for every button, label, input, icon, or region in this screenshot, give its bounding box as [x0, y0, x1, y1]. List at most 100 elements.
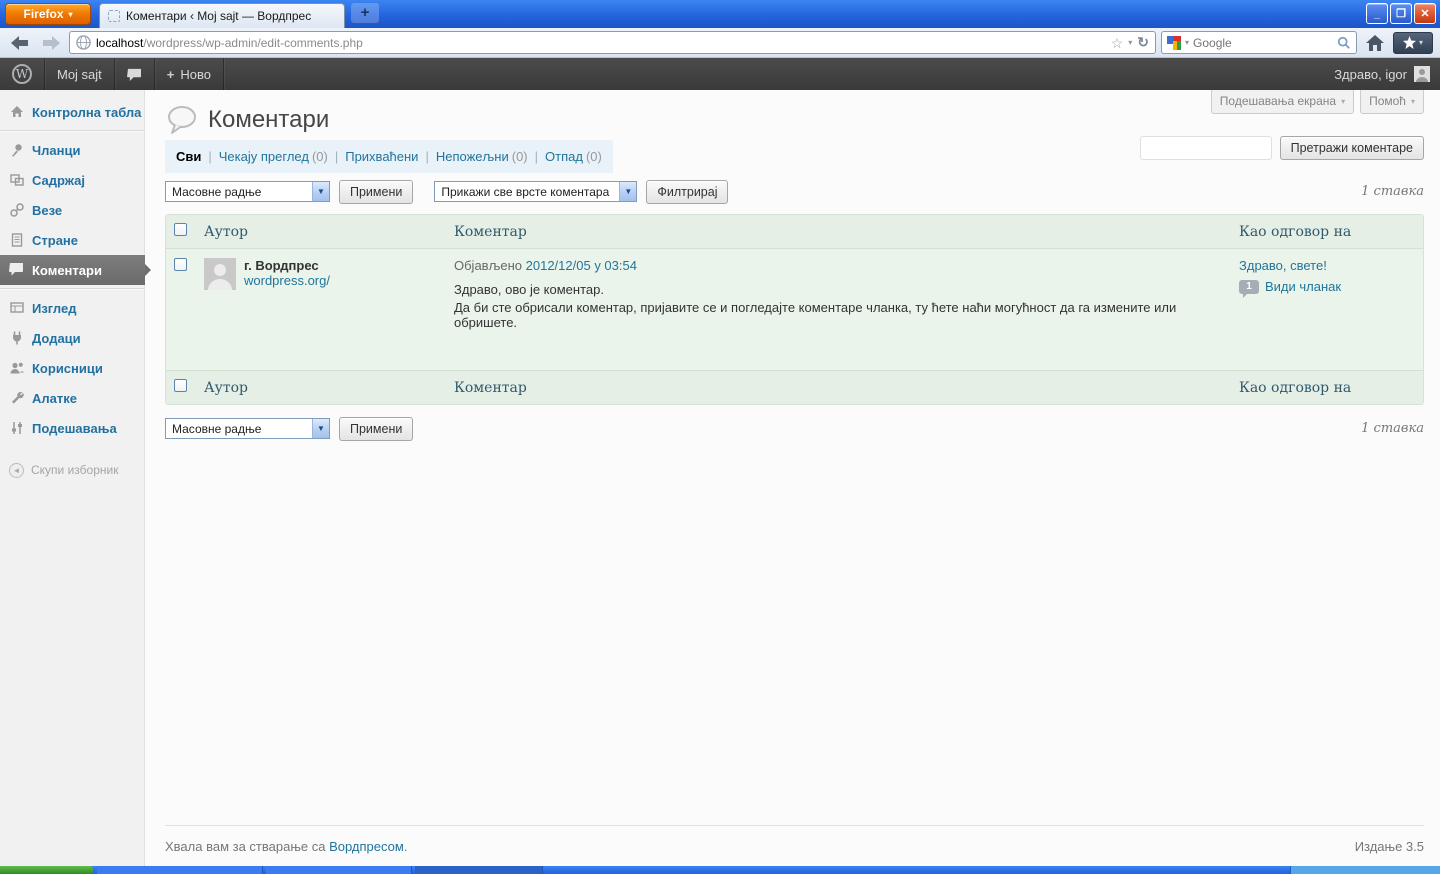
column-comment: Коментар [446, 370, 1231, 404]
items-count: 1 ставка [1361, 421, 1424, 436]
users-icon [9, 360, 25, 376]
taskbar-button-active[interactable] [415, 866, 543, 874]
sidebar-item-label: Изглед [32, 300, 77, 316]
comment-search-input[interactable] [1139, 136, 1272, 160]
comment-type-select[interactable]: Прикажи све врсте коментара ▼ [434, 181, 638, 202]
column-in-reply-to[interactable]: Као одговор на [1231, 215, 1423, 249]
sidebar-item-label: Стране [32, 232, 79, 248]
wp-sidebar-menu: Контролна табла Чланци Садржај Везе Стра… [0, 90, 151, 866]
filter-spam[interactable]: Непожељни (0) [436, 149, 528, 164]
table-header-row: Аутор Коментар Као одговор на [166, 215, 1423, 249]
window-titlebar: Firefox ▾ Коментари ‹ Moj sajt — Вордпре… [0, 0, 1440, 28]
select-arrow-icon: ▼ [312, 419, 329, 438]
taskbar-button[interactable] [266, 866, 412, 874]
sidebar-item-posts[interactable]: Чланци [0, 135, 144, 165]
home-button[interactable] [1362, 31, 1388, 55]
adminbar-new[interactable]: + Ново [155, 58, 224, 90]
search-input[interactable] [1193, 35, 1333, 50]
sidebar-item-pages[interactable]: Стране [0, 225, 144, 255]
firefox-menu-button[interactable]: Firefox ▾ [5, 3, 91, 25]
sidebar-item-comments[interactable]: Коментари [0, 255, 151, 285]
dashboard-icon [9, 104, 25, 120]
wordpress-link[interactable]: Вордпресом [329, 839, 404, 854]
filter-trash[interactable]: Отпад (0) [545, 149, 602, 164]
magnifier-icon[interactable] [1337, 36, 1351, 50]
restore-button[interactable]: ❐ [1390, 3, 1412, 24]
bookmarks-star-icon [1402, 36, 1416, 49]
links-chain-icon [9, 202, 25, 218]
caret-down-icon: ▾ [1410, 96, 1415, 106]
sidebar-item-settings[interactable]: Подешавања [0, 413, 144, 443]
url-path: /wordpress/wp-admin/edit-comments.php [143, 36, 363, 50]
comment-date-link[interactable]: 2012/12/05 у 03:54 [526, 258, 637, 273]
comments-icon [9, 262, 25, 278]
start-button[interactable] [0, 866, 93, 874]
taskbar-button[interactable] [97, 866, 263, 874]
sidebar-item-appearance[interactable]: Изглед [0, 293, 144, 323]
bookmarks-caret-icon: ▾ [1418, 38, 1423, 47]
select-all-checkbox[interactable] [174, 223, 187, 236]
adminbar-account[interactable]: Здраво, igor [1324, 58, 1440, 90]
comment-text-line: Здраво, ово је коментар. [454, 282, 604, 297]
column-author[interactable]: Аутор [196, 215, 446, 249]
globe-icon [76, 35, 91, 50]
url-dropdown-caret-icon[interactable]: ▾ [1128, 38, 1132, 47]
screen-options-button[interactable]: Подешавања екрана ▾ [1210, 90, 1355, 114]
comment-author: г. Вордпрес [244, 258, 319, 273]
search-engine-caret-icon[interactable]: ▾ [1185, 38, 1189, 47]
sidebar-item-media[interactable]: Садржај [0, 165, 144, 195]
comment-count-bubble-icon[interactable]: 1 [1239, 279, 1259, 298]
bookmark-star-icon[interactable]: ☆ [1111, 36, 1124, 50]
select-arrow-icon: ▼ [312, 182, 329, 201]
column-in-reply-to[interactable]: Као одговор на [1231, 370, 1423, 404]
search-comments-label: Претражи коментаре [1290, 141, 1413, 155]
filter-button[interactable]: Филтрирај [646, 179, 729, 204]
collapse-menu-button[interactable]: ◄ Скупи изборник [0, 455, 144, 485]
windows-taskbar [0, 866, 1440, 874]
row-checkbox[interactable] [174, 258, 187, 271]
forward-button[interactable] [38, 31, 64, 55]
window-controls: _ ❐ ✕ [1366, 3, 1436, 24]
page-title: Коментари [208, 106, 330, 133]
column-author[interactable]: Аутор [196, 370, 446, 404]
select-arrow-icon: ▼ [619, 182, 637, 201]
submitted-on-label: Објављено [454, 258, 523, 273]
adminbar-site-name[interactable]: Moj sajt [45, 58, 115, 90]
tools-icon [9, 390, 25, 406]
in-reply-to-post-link[interactable]: Здраво, свете! [1239, 258, 1327, 273]
bulk-actions-select[interactable]: Масовне радње ▼ [165, 181, 330, 202]
new-tab-button[interactable]: + [351, 2, 379, 23]
apply-button-bottom[interactable]: Примени [339, 416, 414, 441]
view-post-link[interactable]: Види чланак [1265, 279, 1341, 294]
minimize-button[interactable]: _ [1366, 3, 1388, 24]
filter-all[interactable]: Сви [176, 149, 201, 164]
reload-icon[interactable]: ↻ [1137, 34, 1149, 51]
search-comments-button[interactable]: Претражи коментаре [1279, 136, 1424, 160]
back-button[interactable] [7, 31, 33, 55]
url-bar[interactable]: localhost/wordpress/wp-admin/edit-commen… [69, 31, 1156, 54]
apply-button[interactable]: Примени [339, 179, 414, 204]
sidebar-item-tools[interactable]: Алатке [0, 383, 144, 413]
comment-row: г. Вордпрес wordpress.org/ Објављено 201… [166, 249, 1423, 370]
filter-approved[interactable]: Прихваћени [345, 149, 418, 164]
sidebar-item-users[interactable]: Корисници [0, 353, 144, 383]
comment-author-url[interactable]: wordpress.org/ [244, 273, 330, 288]
filter-pending[interactable]: Чекају преглед (0) [219, 149, 328, 164]
bulk-actions-select-bottom[interactable]: Масовне радње ▼ [165, 418, 330, 439]
browser-tab[interactable]: Коментари ‹ Moj sajt — Вордпрес [99, 3, 345, 28]
adminbar-comments[interactable] [115, 58, 155, 90]
media-icon [9, 172, 25, 188]
table-footer-row: Аутор Коментар Као одговор на [166, 370, 1423, 404]
screen-options-label: Подешавања екрана [1219, 94, 1337, 108]
bookmarks-button[interactable]: ▾ [1393, 31, 1433, 54]
browser-search-box[interactable]: ▾ [1161, 31, 1357, 54]
plus-icon: + [166, 66, 175, 82]
select-all-checkbox[interactable] [174, 379, 187, 392]
help-button[interactable]: Помоћ ▾ [1360, 90, 1424, 114]
sidebar-item-plugins[interactable]: Додаци [0, 323, 144, 353]
wp-logo-menu[interactable]: W [0, 58, 45, 90]
wp-content-area: Подешавања екрана ▾ Помоћ ▾ Коментари Пр… [145, 90, 1440, 866]
close-button[interactable]: ✕ [1414, 3, 1436, 24]
sidebar-item-links[interactable]: Везе [0, 195, 144, 225]
sidebar-item-dashboard[interactable]: Контролна табла [0, 97, 144, 127]
